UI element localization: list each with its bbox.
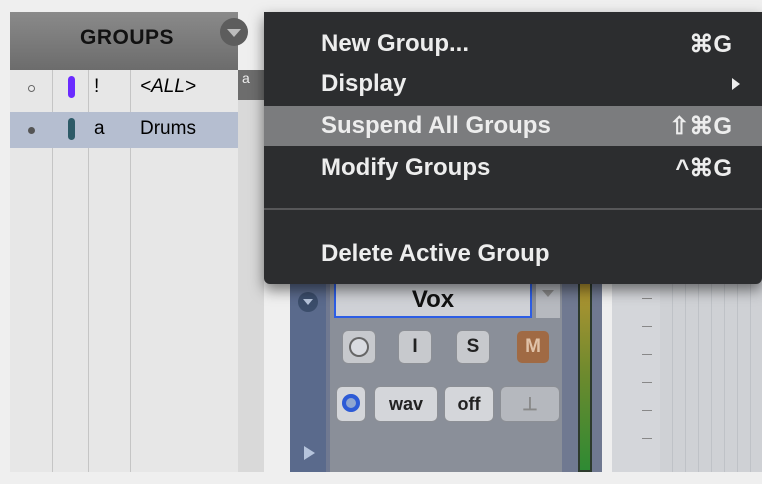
group-id: a bbox=[94, 118, 105, 139]
group-id-stub: a bbox=[238, 70, 264, 100]
menu-item-suspend-all-groups[interactable]: Suspend All Groups ⇧⌘G bbox=[264, 106, 762, 146]
ruler-tick bbox=[642, 354, 652, 355]
menu-separator bbox=[264, 208, 762, 210]
group-active-indicator[interactable] bbox=[28, 127, 35, 134]
groups-list: ! <ALL> a Drums bbox=[10, 70, 238, 472]
group-color-swatch bbox=[68, 118, 75, 140]
mute-button[interactable]: M bbox=[516, 330, 550, 364]
menu-item-shortcut: ^⌘G bbox=[675, 155, 732, 182]
track-options-icon[interactable] bbox=[298, 292, 318, 312]
menu-item-label: Modify Groups bbox=[321, 154, 491, 181]
track-strip: Vox I S M wav off ⊥ bbox=[290, 278, 602, 472]
level-meter-fill bbox=[580, 282, 590, 470]
ruler-tick bbox=[642, 382, 652, 383]
ruler-tick bbox=[642, 298, 652, 299]
group-row-all[interactable]: ! <ALL> bbox=[10, 70, 238, 106]
timeline-grid bbox=[660, 278, 762, 472]
voice-indicator-icon bbox=[342, 394, 360, 412]
track-name-field[interactable]: Vox bbox=[334, 282, 532, 318]
menu-item-label: Display bbox=[321, 70, 407, 97]
menu-item-modify-groups[interactable]: Modify Groups ^⌘G bbox=[264, 148, 762, 188]
expand-arrow-icon[interactable] bbox=[304, 446, 315, 460]
menu-item-label: Suspend All Groups bbox=[321, 112, 551, 139]
panel-divider[interactable] bbox=[238, 100, 264, 472]
groups-panel: GROUPS ! <ALL> a Drums bbox=[10, 12, 238, 472]
pan-button[interactable]: ⊥ bbox=[500, 386, 560, 422]
timeline-ruler bbox=[612, 278, 762, 472]
track-strip-handle bbox=[290, 278, 326, 472]
group-id: ! bbox=[94, 76, 100, 97]
solo-button[interactable]: S bbox=[456, 330, 490, 364]
group-active-indicator[interactable] bbox=[28, 85, 35, 92]
timebase-button[interactable]: off bbox=[444, 386, 494, 422]
groups-menu-button[interactable] bbox=[220, 18, 248, 46]
level-meter bbox=[578, 278, 592, 472]
group-name: <ALL> bbox=[140, 76, 196, 97]
group-id-stub-label: a bbox=[242, 70, 250, 86]
group-color-swatch bbox=[68, 76, 75, 98]
menu-item-display[interactable]: Display bbox=[264, 64, 762, 104]
submenu-arrow-icon bbox=[732, 78, 740, 90]
groups-header: GROUPS bbox=[10, 12, 238, 70]
ruler-tick bbox=[642, 438, 652, 439]
groups-context-menu: New Group... ⌘G Display Suspend All Grou… bbox=[264, 12, 762, 284]
group-row-drums[interactable]: a Drums bbox=[10, 112, 238, 148]
input-monitor-button[interactable]: I bbox=[398, 330, 432, 364]
format-button[interactable]: wav bbox=[374, 386, 438, 422]
menu-item-label: New Group... bbox=[321, 30, 470, 57]
menu-item-shortcut: ⌘G bbox=[689, 31, 732, 58]
menu-item-shortcut: ⇧⌘G bbox=[669, 113, 732, 140]
ruler-tick bbox=[642, 326, 652, 327]
track-name-dropdown[interactable] bbox=[536, 282, 560, 318]
menu-item-new-group[interactable]: New Group... ⌘G bbox=[264, 24, 762, 64]
group-name: Drums bbox=[140, 118, 196, 139]
groups-title: GROUPS bbox=[80, 26, 175, 49]
menu-item-label: Delete Active Group bbox=[321, 240, 550, 267]
menu-item-delete-active-group[interactable]: Delete Active Group bbox=[264, 234, 762, 274]
ruler-tick bbox=[642, 410, 652, 411]
record-button[interactable] bbox=[342, 330, 376, 364]
window-frame: GROUPS ! <ALL> a Drums a Vox I S M wav o… bbox=[0, 0, 762, 484]
